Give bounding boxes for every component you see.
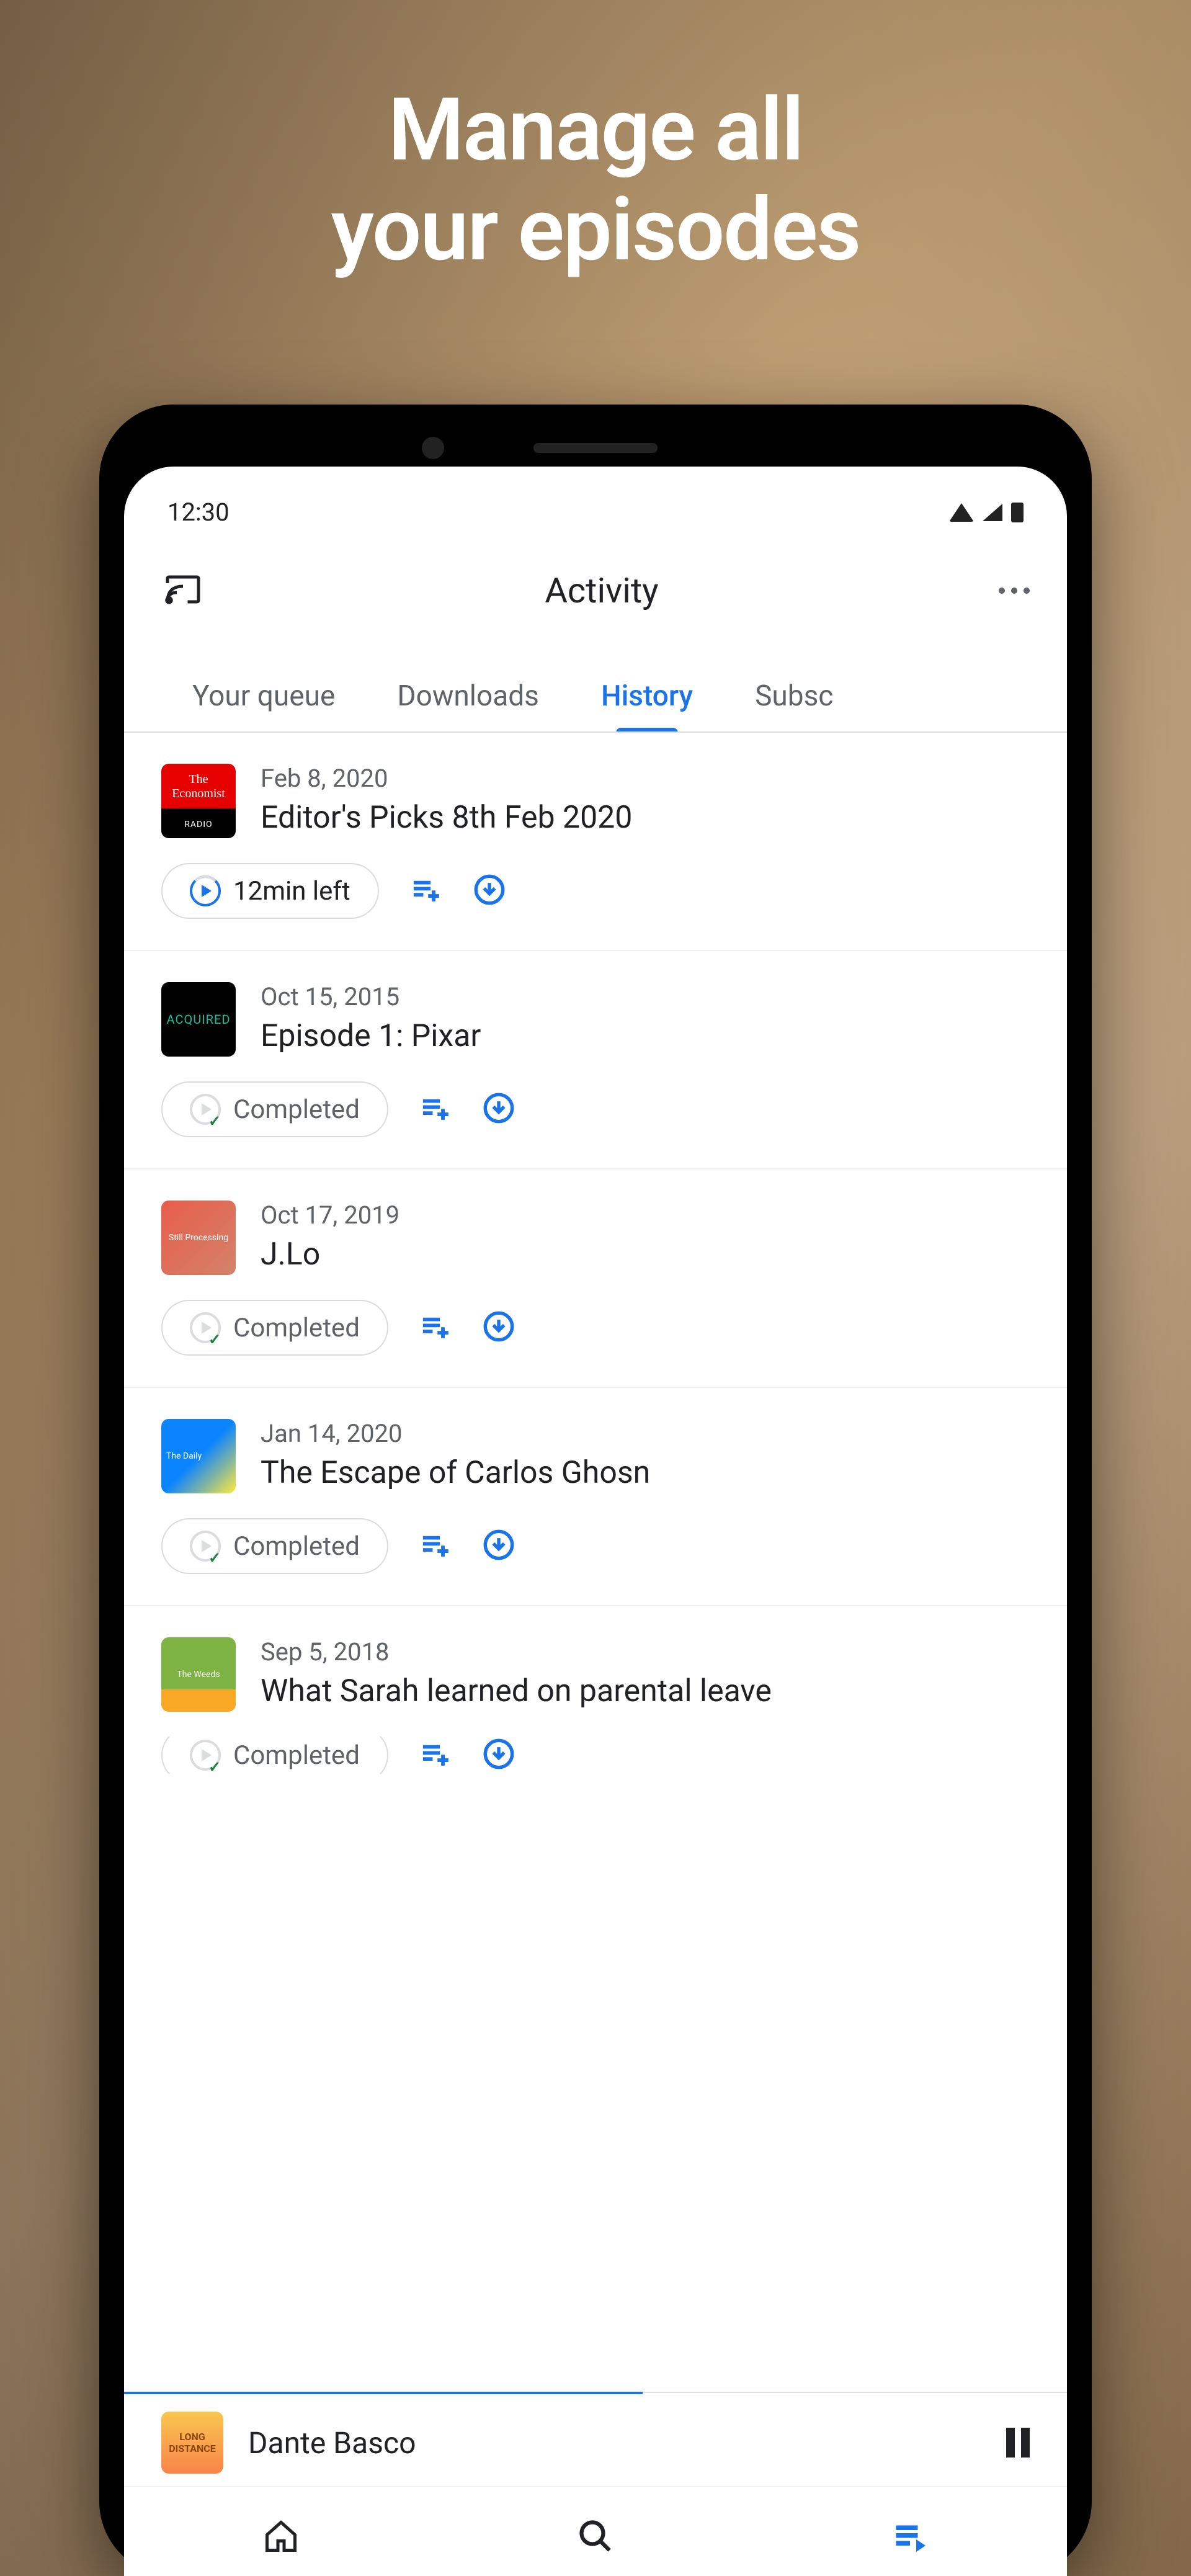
status-icons: [949, 503, 1024, 522]
podcast-artwork: The Weeds: [161, 1637, 236, 1712]
more-menu-icon[interactable]: [999, 588, 1030, 594]
status-bar: 12:30: [124, 467, 1067, 545]
episode-date: Jan 14, 2020: [261, 1419, 1030, 1448]
episode-date: Oct 15, 2015: [261, 982, 1030, 1011]
episode-date: Feb 8, 2020: [261, 764, 1030, 793]
episode-row[interactable]: TheEconomist RADIO Feb 8, 2020 Editor's …: [124, 733, 1067, 951]
episode-row[interactable]: ACQUIRED Oct 15, 2015 Episode 1: Pixar ✓…: [124, 951, 1067, 1169]
nav-search-icon[interactable]: [577, 2518, 614, 2557]
play-completed-icon: ✓: [190, 1094, 221, 1125]
download-icon[interactable]: [483, 1310, 515, 1345]
play-status-button[interactable]: ✓ Completed: [161, 1300, 388, 1356]
clock-label: 12:30: [167, 498, 230, 527]
camera-dot-icon: [422, 437, 444, 459]
tab-downloads[interactable]: Downloads: [366, 667, 570, 731]
phone-notch: [124, 429, 1067, 467]
status-text: Completed: [233, 1740, 360, 1771]
signal-icon: [983, 504, 1002, 521]
play-completed-icon: ✓: [190, 1740, 221, 1771]
download-icon[interactable]: [483, 1529, 515, 1563]
nav-home-icon[interactable]: [262, 2518, 300, 2557]
add-to-queue-icon[interactable]: [419, 1529, 452, 1563]
episode-date: Sep 5, 2018: [261, 1637, 1030, 1666]
now-playing-bar[interactable]: LONGDISTANCE Dante Basco: [124, 2392, 1067, 2486]
pause-button[interactable]: [1006, 2428, 1030, 2457]
episode-title: J.Lo: [261, 1235, 1030, 1275]
episode-title: Editor's Picks 8th Feb 2020: [261, 798, 1030, 838]
episode-date: Oct 17, 2019: [261, 1201, 1030, 1230]
hero-line-1: Manage all: [331, 81, 860, 181]
phone-frame: 12:30 Activity Your queue Downloads Hist…: [99, 405, 1092, 2576]
podcast-artwork: ACQUIRED: [161, 982, 236, 1057]
cast-icon[interactable]: [161, 571, 205, 610]
episode-row[interactable]: The Weeds Sep 5, 2018 What Sarah learned…: [124, 1606, 1067, 1780]
play-completed-icon: ✓: [190, 1531, 221, 1562]
tab-subscriptions[interactable]: Subsc: [724, 667, 864, 731]
episode-row[interactable]: The Daily Jan 14, 2020 The Escape of Car…: [124, 1388, 1067, 1606]
page-title: Activity: [205, 570, 999, 611]
nav-library-icon[interactable]: [891, 2518, 929, 2557]
download-icon[interactable]: [483, 1092, 515, 1127]
episode-title: What Sarah learned on parental leave: [261, 1671, 1030, 1712]
status-text: Completed: [233, 1094, 360, 1125]
status-text: 12min left: [233, 876, 350, 906]
episode-row[interactable]: Still Processing Oct 17, 2019 J.Lo ✓ Com…: [124, 1169, 1067, 1388]
hero-line-2: your episodes: [331, 181, 860, 280]
tab-history[interactable]: History: [570, 667, 724, 731]
app-header: Activity: [124, 545, 1067, 648]
play-completed-icon: ✓: [190, 1312, 221, 1343]
episode-title: Episode 1: Pixar: [261, 1016, 1030, 1057]
phone-screen: 12:30 Activity Your queue Downloads Hist…: [124, 467, 1067, 2576]
now-playing-title: Dante Basco: [248, 2425, 981, 2461]
download-icon[interactable]: [473, 874, 506, 908]
speaker-slot-icon: [533, 443, 658, 453]
podcast-artwork: TheEconomist RADIO: [161, 764, 236, 838]
add-to-queue-icon[interactable]: [419, 1738, 452, 1773]
play-progress-icon: [190, 875, 221, 906]
episode-title: The Escape of Carlos Ghosn: [261, 1453, 1030, 1493]
status-text: Completed: [233, 1313, 360, 1343]
add-to-queue-icon[interactable]: [410, 874, 442, 908]
add-to-queue-icon[interactable]: [419, 1092, 452, 1127]
battery-icon: [1011, 503, 1024, 522]
play-status-button[interactable]: ✓ Completed: [161, 1737, 388, 1774]
now-playing-artwork: LONGDISTANCE: [161, 2412, 223, 2474]
tab-your-queue[interactable]: Your queue: [161, 667, 366, 731]
tab-bar: Your queue Downloads History Subsc: [124, 648, 1067, 733]
hero-heading: Manage all your episodes: [331, 81, 860, 280]
wifi-icon: [949, 503, 974, 522]
podcast-artwork: Still Processing: [161, 1201, 236, 1275]
podcast-artwork: The Daily: [161, 1419, 236, 1493]
add-to-queue-icon[interactable]: [419, 1310, 452, 1345]
download-icon[interactable]: [483, 1738, 515, 1773]
status-text: Completed: [233, 1531, 360, 1562]
bottom-nav: [124, 2486, 1067, 2576]
play-status-button[interactable]: 12min left: [161, 863, 379, 919]
play-status-button[interactable]: ✓ Completed: [161, 1081, 388, 1137]
play-status-button[interactable]: ✓ Completed: [161, 1518, 388, 1574]
